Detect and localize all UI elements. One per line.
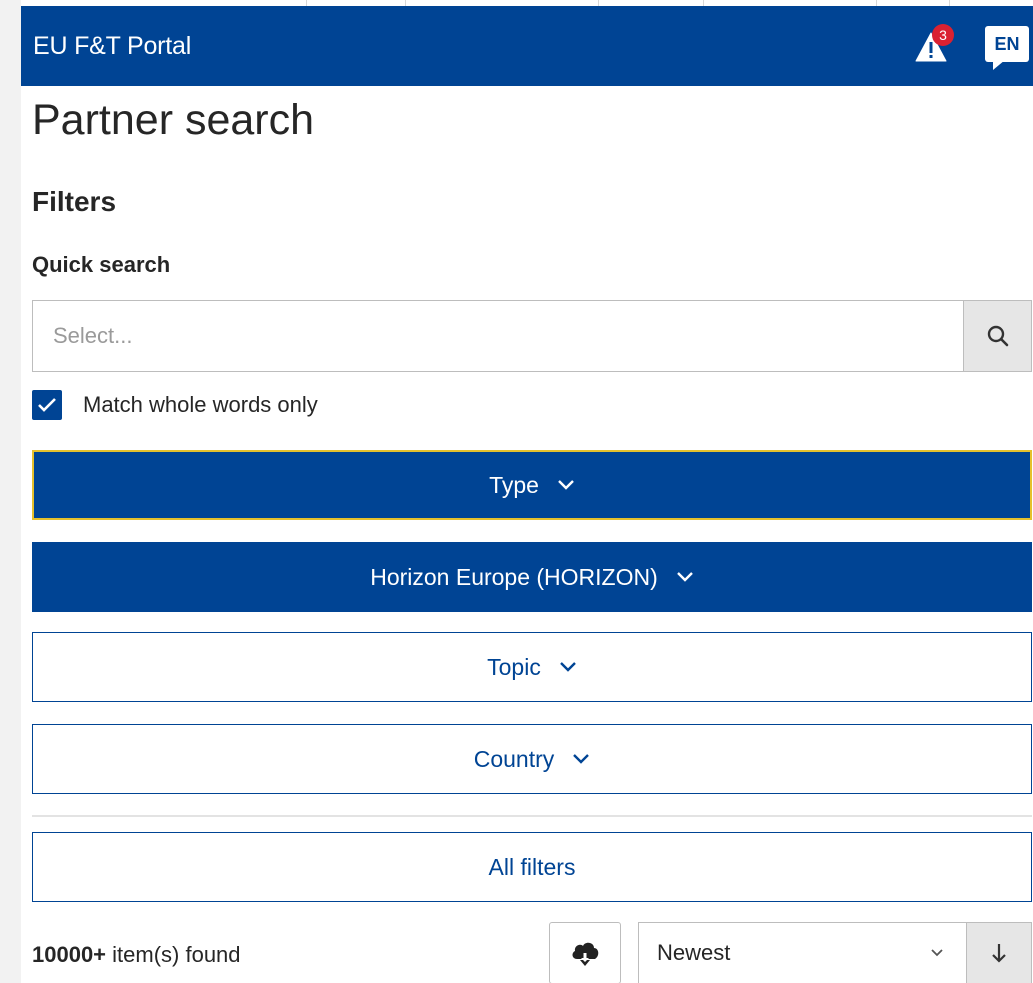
- quick-search-box: [32, 300, 1032, 372]
- speech-bubble-icon: EN: [985, 26, 1029, 62]
- quick-search-input[interactable]: [33, 301, 963, 371]
- sort-direction-button[interactable]: [966, 922, 1032, 983]
- arrow-down-icon: [992, 944, 1006, 963]
- language-selector[interactable]: EN: [985, 22, 1029, 70]
- page-title: Partner search: [32, 96, 315, 144]
- notification-count-badge: 3: [932, 24, 954, 46]
- type-filter-button[interactable]: Type: [32, 450, 1032, 520]
- chevron-down-icon: [559, 661, 577, 673]
- quick-search-label: Quick search: [32, 252, 171, 277]
- sort-select[interactable]: Newest: [638, 922, 966, 983]
- search-button[interactable]: [963, 301, 1031, 371]
- topic-filter-button[interactable]: Topic: [32, 632, 1032, 702]
- results-toolbar: 10000+ item(s) found Newest: [32, 922, 1032, 983]
- portal-header: EU F&T Portal 3 EN: [21, 6, 1033, 86]
- download-results-button[interactable]: [549, 922, 621, 983]
- notifications-button[interactable]: 3: [915, 24, 955, 66]
- portal-brand[interactable]: EU F&T Portal: [33, 32, 915, 61]
- magnifier-icon: [987, 325, 1008, 347]
- programme-filter-label: Horizon Europe (HORIZON): [370, 563, 658, 590]
- type-filter-label: Type: [489, 471, 539, 498]
- topic-filter-label: Topic: [487, 653, 541, 680]
- all-filters-button[interactable]: All filters: [32, 832, 1032, 902]
- speech-bubble-tail: [993, 60, 1005, 70]
- programme-filter-button[interactable]: Horizon Europe (HORIZON): [32, 542, 1032, 612]
- checkmark-icon: [38, 398, 56, 412]
- filters-divider: [32, 815, 1032, 817]
- cloud-download-icon: [572, 942, 599, 966]
- chevron-down-icon: [572, 753, 590, 765]
- country-filter-label: Country: [473, 745, 555, 772]
- results-count: 10000+ item(s) found: [32, 942, 241, 968]
- match-whole-words-option[interactable]: Match whole words only: [32, 390, 318, 420]
- match-whole-words-checkbox[interactable]: [32, 390, 62, 420]
- results-count-number: 10000+: [32, 942, 107, 967]
- results-count-suffix: item(s) found: [106, 942, 241, 967]
- left-gutter: [0, 0, 21, 983]
- filters-heading: Filters: [32, 186, 117, 217]
- sort-select-value: Newest: [657, 940, 731, 965]
- match-whole-words-label: Match whole words only: [83, 392, 318, 417]
- language-code: EN: [994, 33, 1020, 54]
- chevron-down-icon: [676, 571, 694, 583]
- country-filter-button[interactable]: Country: [32, 724, 1032, 794]
- chevron-down-icon: [930, 948, 944, 958]
- all-filters-label: All filters: [488, 853, 576, 880]
- chevron-down-icon: [557, 479, 575, 491]
